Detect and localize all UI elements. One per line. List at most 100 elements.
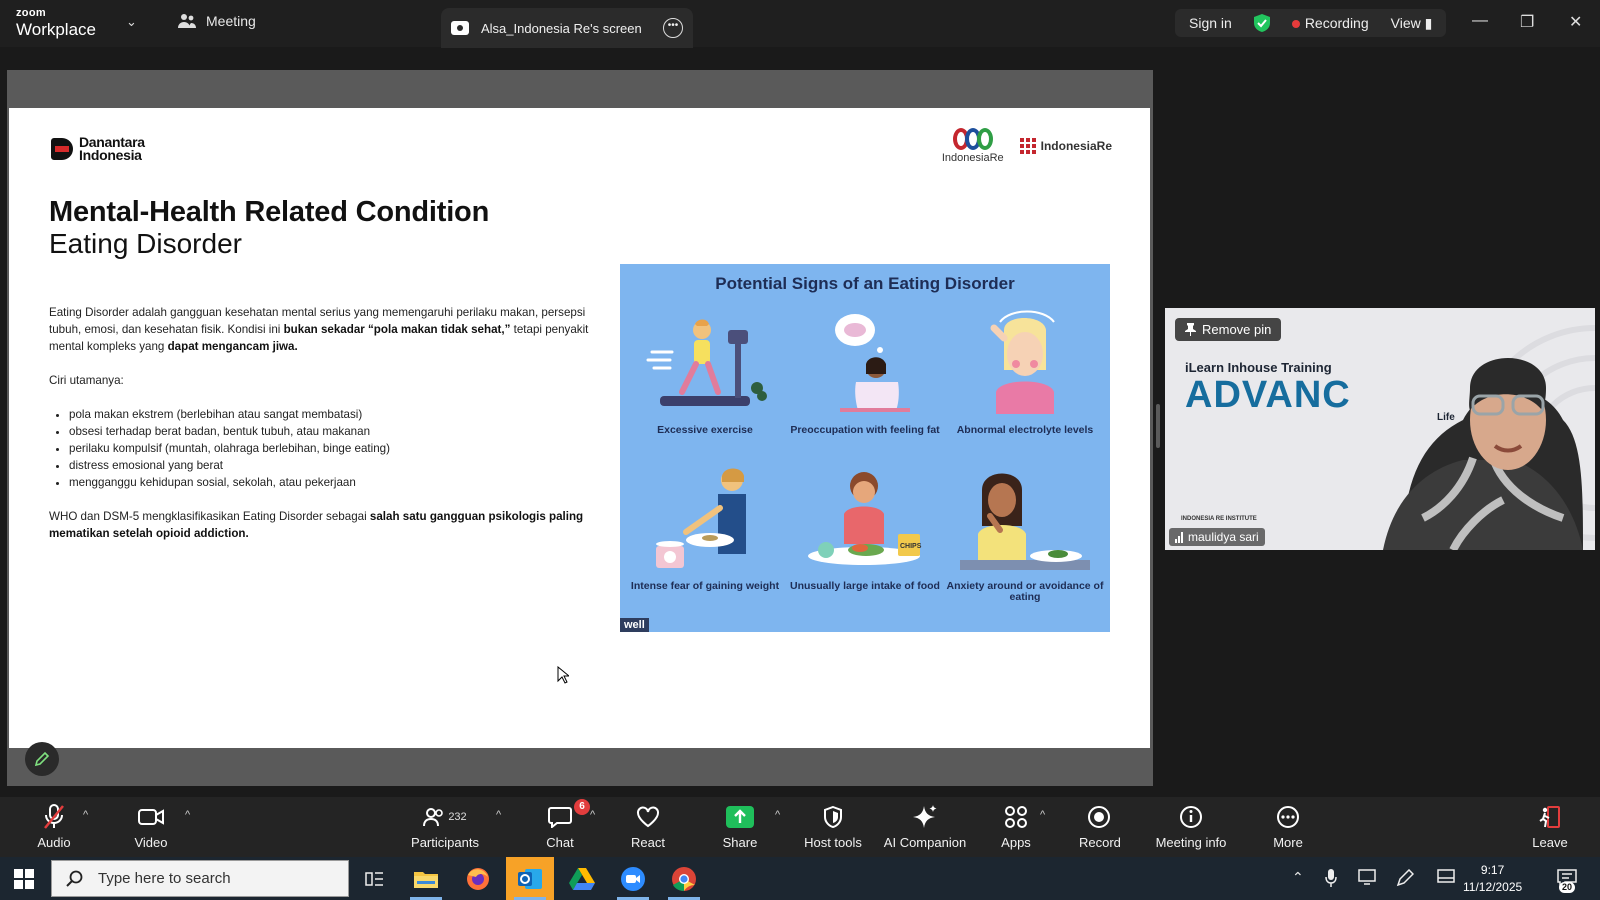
shield-check-icon[interactable] xyxy=(1253,14,1270,32)
anxious-woman-illustration-icon xyxy=(960,473,1090,570)
display-tray-icon[interactable] xyxy=(1358,869,1376,885)
sign-preoccupation-fat: Preoccupation with feeling fat xyxy=(785,308,945,436)
outlook-icon[interactable] xyxy=(506,857,554,900)
ciri-list: pola makan ekstrem (berlebihan atau sang… xyxy=(69,406,594,491)
taskbar-clock[interactable]: 9:17 11/12/2025 xyxy=(1463,862,1522,896)
leave-button[interactable]: Leave xyxy=(1530,803,1570,850)
panel-resize-handle[interactable] xyxy=(1156,404,1160,448)
chat-options-chevron-icon[interactable]: ^ xyxy=(590,809,595,821)
danantara-logo-text: Danantara Indonesia xyxy=(79,134,145,163)
video-options-chevron-icon[interactable]: ^ xyxy=(185,809,190,821)
share-options-chevron-icon[interactable]: ^ xyxy=(775,809,780,821)
leave-label: Leave xyxy=(1532,835,1568,850)
task-view-icon[interactable] xyxy=(351,857,399,900)
audio-button[interactable]: Audio xyxy=(34,803,74,850)
taskbar-search-box[interactable]: Type here to search xyxy=(51,860,349,897)
remove-pin-label: Remove pin xyxy=(1202,322,1272,337)
chrome-icon[interactable] xyxy=(660,857,708,900)
react-button[interactable]: React xyxy=(628,803,668,850)
dizzy-woman-illustration-icon xyxy=(990,310,1055,414)
zoom-app-icon[interactable] xyxy=(609,857,657,900)
notification-count-badge: 20 xyxy=(1559,882,1576,893)
infographic-title: Potential Signs of an Eating Disorder xyxy=(715,274,1015,293)
chevron-down-icon[interactable]: ⌄ xyxy=(126,14,137,30)
pinned-video-tile[interactable]: iLearn Inhouse Training ADVANC Life INDO… xyxy=(1165,308,1595,550)
tab-meeting-label: Meeting xyxy=(206,13,256,29)
keyboard-tray-icon[interactable] xyxy=(1437,869,1455,883)
tab-shared-screen-label: Alsa_Indonesia Re's screen xyxy=(481,20,642,36)
list-item: pola makan ekstrem (berlebihan atau sang… xyxy=(69,406,594,423)
ciri-heading: Ciri utamanya: xyxy=(49,374,124,387)
well-source-tag: well xyxy=(620,618,649,632)
minimize-icon[interactable]: — xyxy=(1472,12,1488,30)
tab-meeting[interactable]: Meeting xyxy=(178,13,256,29)
zoom-workplace-logo[interactable]: zoom Workplace xyxy=(16,8,96,39)
firefox-icon[interactable] xyxy=(454,857,502,900)
clock-date: 11/12/2025 xyxy=(1463,880,1523,894)
more-options-icon[interactable]: ••• xyxy=(663,18,683,38)
windows-start-icon[interactable] xyxy=(14,869,34,889)
view-button[interactable]: View ▮ xyxy=(1391,15,1433,32)
intro-bold-2: dapat mengancam jiwa. xyxy=(167,340,298,353)
sign-caption: Unusually large intake of food xyxy=(790,580,940,592)
record-button[interactable]: Record xyxy=(1079,803,1121,850)
pencil-icon xyxy=(34,751,50,767)
close-icon[interactable]: ✕ xyxy=(1569,12,1582,32)
meeting-info-button[interactable]: Meeting info xyxy=(1153,803,1229,850)
chat-unread-badge: 6 xyxy=(574,799,590,815)
share-button[interactable]: Share xyxy=(720,803,760,850)
mic-muted-icon xyxy=(44,804,64,829)
apps-button[interactable]: Apps xyxy=(996,803,1036,850)
more-label: More xyxy=(1273,835,1303,850)
audio-options-chevron-icon[interactable]: ^ xyxy=(83,809,88,821)
tray-overflow-chevron-icon[interactable]: ⌃ xyxy=(1292,869,1304,886)
recording-indicator[interactable]: Recording xyxy=(1291,15,1369,31)
tab-shared-screen[interactable]: Alsa_Indonesia Re's screen ••• xyxy=(441,8,693,48)
who-text: WHO dan DSM-5 mengklasifikasikan Eating … xyxy=(49,510,370,523)
participant-name: maulidya sari xyxy=(1188,530,1259,544)
more-button[interactable]: More xyxy=(1268,803,1308,850)
sign-anxiety-eating: Anxiety around or avoidance of eating xyxy=(945,464,1105,603)
recording-dot-icon xyxy=(1291,20,1300,29)
sign-caption: Intense fear of gaining weight xyxy=(630,580,780,592)
video-button[interactable]: Video xyxy=(131,803,171,850)
eating-disorder-infographic: Potential Signs of an Eating Disorder Ex… xyxy=(620,264,1110,632)
list-item: mengganggu kehidupan sosial, sekolah, at… xyxy=(69,474,594,491)
apps-grid-icon xyxy=(1005,806,1027,828)
shield-icon xyxy=(824,806,842,828)
list-item: perilaku kompulsif (muntah, olahraga ber… xyxy=(69,440,594,457)
intro-paragraph: Eating Disorder adalah gangguan kesehata… xyxy=(49,304,594,355)
sparkle-icon xyxy=(913,805,937,828)
leave-door-icon xyxy=(1539,806,1560,828)
view-layout-icon: ▮ xyxy=(1424,14,1433,31)
list-item: distress emosional yang berat xyxy=(69,457,594,474)
training-big-text: ADVANC xyxy=(1185,374,1351,416)
chips-bag-label: CHIPS xyxy=(900,543,922,550)
dots-grid-icon xyxy=(1019,138,1036,154)
chat-label: Chat xyxy=(546,835,574,850)
react-label: React xyxy=(631,835,665,850)
slide-title: Mental-Health Related Condition xyxy=(49,196,490,228)
file-explorer-icon[interactable] xyxy=(402,857,450,900)
apps-options-chevron-icon[interactable]: ^ xyxy=(1040,809,1045,821)
google-drive-icon[interactable] xyxy=(558,857,606,900)
apps-label: Apps xyxy=(1001,835,1031,850)
remove-pin-button[interactable]: Remove pin xyxy=(1175,318,1282,341)
restore-icon[interactable]: ❐ xyxy=(1520,12,1534,32)
participants-button[interactable]: 232 Participants xyxy=(410,803,480,850)
sign-in-button[interactable]: Sign in xyxy=(1189,15,1232,31)
participants-options-chevron-icon[interactable]: ^ xyxy=(496,809,501,821)
microphone-tray-icon[interactable] xyxy=(1325,869,1337,887)
host-tools-button[interactable]: Host tools xyxy=(803,803,863,850)
institute-footer-text: INDONESIA RE INSTITUTE xyxy=(1181,516,1257,522)
pen-tray-icon[interactable] xyxy=(1396,869,1414,887)
chat-button[interactable]: 6 Chat xyxy=(540,799,590,850)
participant-video-feed xyxy=(1383,358,1583,550)
indonesiare-logo: IndonesiaRe xyxy=(942,128,1004,164)
slide-body: Eating Disorder adalah gangguan kesehata… xyxy=(49,304,594,559)
annotate-pen-button[interactable] xyxy=(25,742,59,776)
ai-companion-button[interactable]: AI Companion xyxy=(880,803,970,850)
share-screen-icon xyxy=(726,806,754,828)
who-paragraph: WHO dan DSM-5 mengklasifikasikan Eating … xyxy=(49,508,594,542)
sponsor-logos: IndonesiaRe IndonesiaRe xyxy=(942,128,1112,164)
